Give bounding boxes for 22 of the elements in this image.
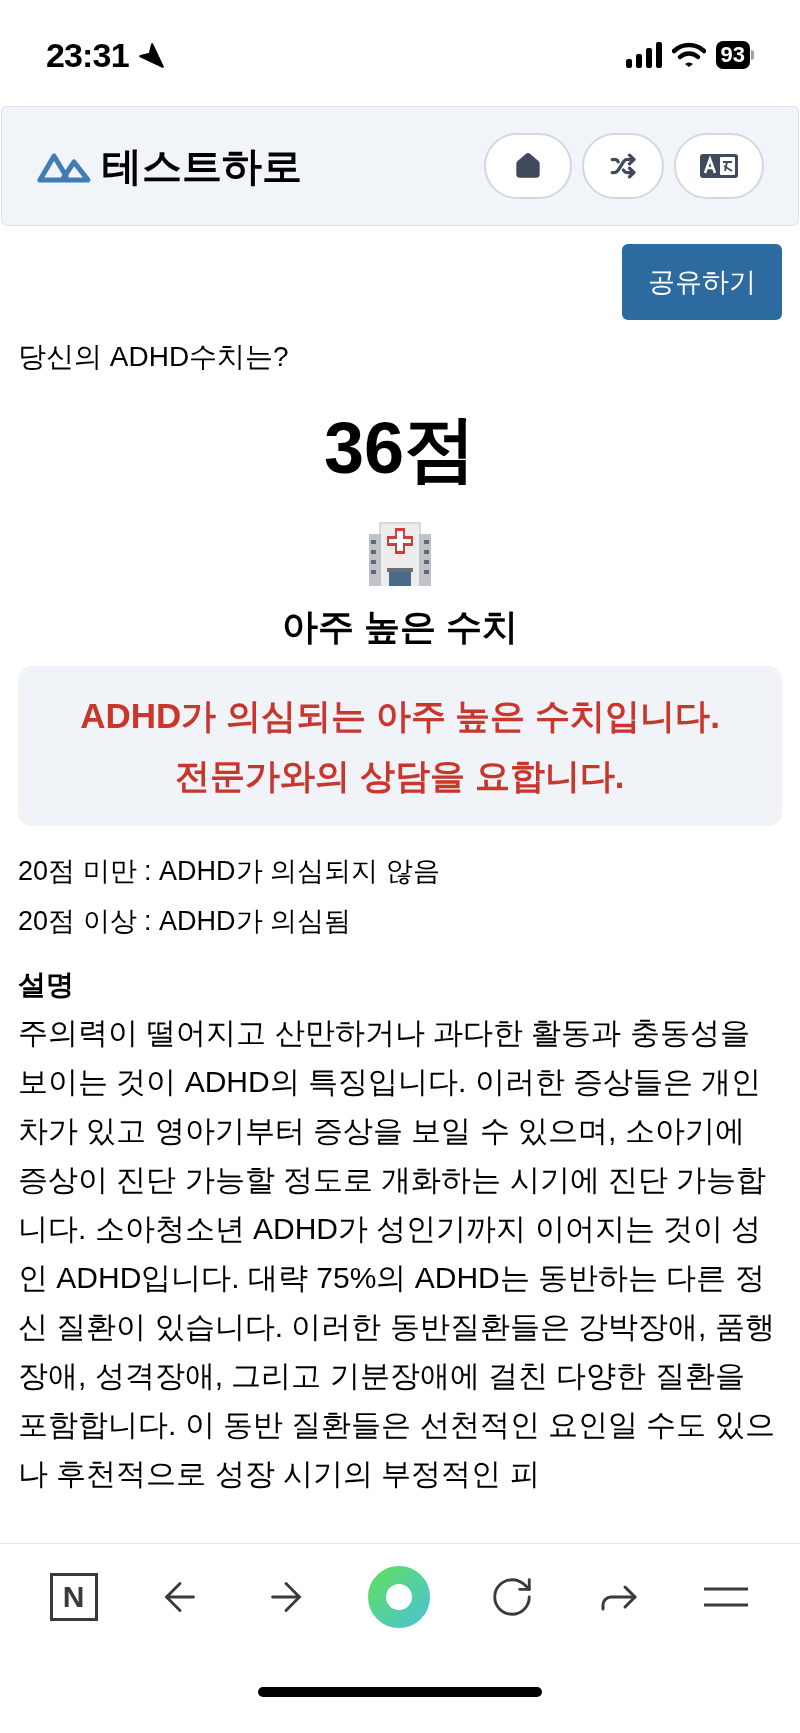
score-text: 36점 <box>322 412 478 484</box>
status-time: 23:31 <box>46 34 129 76</box>
shuffle-icon <box>610 153 636 179</box>
alert-text: 전문가와의 상담을 요합니다. <box>175 755 625 797</box>
share-button[interactable]: 공유하기 <box>622 244 782 320</box>
translate-icon <box>700 154 738 178</box>
wifi-icon <box>671 42 706 68</box>
description-title: 설명 <box>18 968 75 1002</box>
question-text: 당신의 ADHD수치는? <box>18 340 290 374</box>
menu-icon[interactable] <box>702 1585 751 1609</box>
level-title: 아주 높은 수치 <box>281 605 519 649</box>
location-arrow-icon <box>136 41 165 69</box>
battery-level: 93 <box>715 41 750 69</box>
home-icon <box>514 152 542 180</box>
score-range-text: 20점 미만 : ADHD가 의심되지 않음 <box>18 855 441 888</box>
hospital-icon <box>367 520 433 586</box>
description-text: 주의력이 떨어지고 산만하거나 과다한 활동과 충동성을 보이는 것이 ADHD의 특징입니다. 이러한 증상들은 개인차가 있고 영아기부터 증상을 보일 수 있으며, 소아기에 증상이 진단 가능할 정도로 개화하는 시기에 진단 가능합니다. 소아청소년 ADHD가 성인기까지 이어지는 것이 성인 ADHD입니다. 대략 75%의 ADHD는 동반하는 다른 정신 질환이 있습니다. 이러한 동반질환들은 강박장애, 품행장애, 성격장애, 그리고 기분장애에 걸친 다양한 질환을 포함합니다. 이 동반 질환들은 선천적인 요인일 수도 있으나 후천적으로 성장 시기의 부정적인 피 <box>18 1015 776 1492</box>
alert-text: ADHD가 의심되는 아주 높은 수치입니다. <box>80 695 720 737</box>
score-range-text: 20점 이상 : ADHD가 의심됨 <box>18 905 353 938</box>
signal-icon <box>625 42 662 68</box>
naver-logo[interactable]: N <box>49 1573 98 1621</box>
site-logo-text[interactable]: 테스트하로 <box>102 136 302 196</box>
